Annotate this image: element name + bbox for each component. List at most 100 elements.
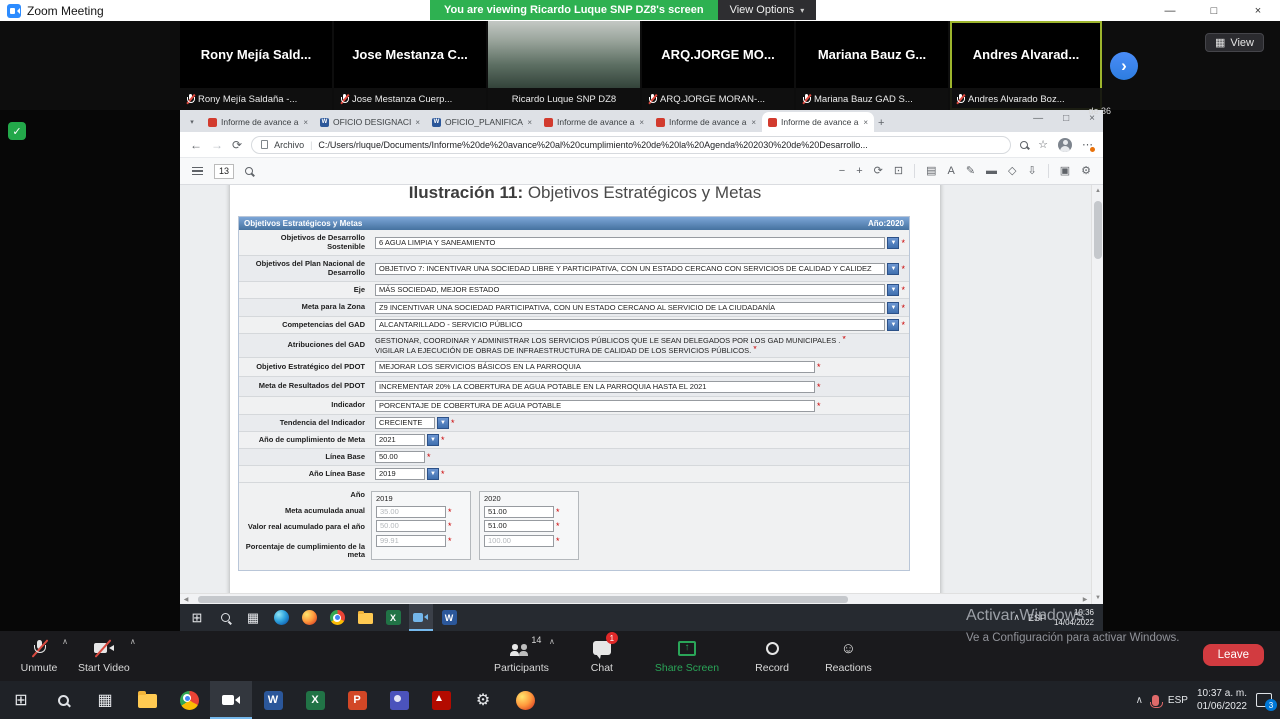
expand-button[interactable]: ▣ bbox=[1060, 166, 1070, 177]
view-button[interactable]: ▦ View bbox=[1205, 33, 1264, 52]
field-input[interactable]: OBJETIVO 7: INCENTIVAR UNA SOCIEDAD LIBR… bbox=[375, 263, 885, 275]
browser-tab[interactable]: Informe de avance al × bbox=[202, 112, 314, 132]
video-options-caret[interactable]: ∧ bbox=[130, 637, 136, 646]
field-input[interactable]: MEJORAR LOS SERVICIOS BÁSICOS EN LA PARR… bbox=[375, 361, 815, 373]
scroll-right-button[interactable]: ▶ bbox=[1079, 594, 1091, 604]
search-icon[interactable] bbox=[245, 167, 253, 175]
field-input[interactable]: CRECIENTE bbox=[375, 417, 435, 429]
edge-icon[interactable] bbox=[269, 604, 293, 631]
participant-tile[interactable]: Jose Mestanza C... Jose Mestanza Cuerp..… bbox=[334, 21, 486, 110]
firefox-icon[interactable] bbox=[504, 681, 546, 719]
field-input[interactable]: 2021 bbox=[375, 434, 425, 446]
fit-page-button[interactable]: ⊡ bbox=[894, 166, 903, 177]
browser-tab[interactable]: W OFICIO DESIGNACIÓN × bbox=[314, 112, 426, 132]
teams-icon[interactable] bbox=[378, 681, 420, 719]
scroll-left-button[interactable]: ◀ bbox=[180, 594, 192, 604]
zoom-search-icon[interactable] bbox=[1020, 141, 1028, 149]
vertical-scrollbar[interactable]: ▲ ▼ bbox=[1091, 185, 1103, 604]
excel-icon[interactable]: X bbox=[294, 681, 336, 719]
browser-minimize-button[interactable]: — bbox=[1033, 113, 1043, 124]
dropdown-button[interactable]: ▼ bbox=[887, 319, 899, 331]
reactions-button[interactable]: ☺ Reactions bbox=[817, 631, 880, 681]
page-number-input[interactable]: 13 bbox=[214, 164, 234, 179]
profile-avatar[interactable] bbox=[1058, 138, 1072, 152]
file-explorer-icon[interactable] bbox=[353, 604, 377, 631]
language-indicator[interactable]: ESP bbox=[1028, 613, 1046, 623]
language-indicator[interactable]: ESP bbox=[1168, 695, 1188, 706]
tab-close-button[interactable]: × bbox=[415, 118, 420, 127]
browser-maximize-button[interactable]: □ bbox=[1063, 113, 1069, 124]
start-video-button[interactable]: ∧ Start Video bbox=[70, 631, 138, 681]
reload-button[interactable]: ⟳ bbox=[232, 138, 242, 152]
participants-button[interactable]: ∧ 14 Participants bbox=[486, 631, 557, 681]
share-screen-button[interactable]: ↑ Share Screen bbox=[647, 631, 727, 681]
address-bar[interactable]: Archivo | C:/Users/rluque/Documents/Info… bbox=[251, 136, 1011, 154]
participant-tile[interactable]: Mariana Bauz G... Mariana Bauz GAD S... bbox=[796, 21, 948, 110]
valor-real-input[interactable]: 50.00 bbox=[376, 520, 446, 532]
participant-tile[interactable]: Rony Mejía Sald... Rony Mejía Saldaña -.… bbox=[180, 21, 332, 110]
unmute-button[interactable]: ∧ Unmute bbox=[8, 631, 70, 681]
tab-close-button[interactable]: × bbox=[527, 118, 532, 127]
dropdown-button[interactable]: ▼ bbox=[427, 468, 439, 480]
tray-clock[interactable]: 10:37 a. m. 01/06/2022 bbox=[1197, 687, 1247, 713]
view-options-button[interactable]: View Options ▾ bbox=[718, 0, 817, 20]
powerpoint-icon[interactable]: P bbox=[336, 681, 378, 719]
save-button[interactable]: ⇩ bbox=[1028, 166, 1037, 177]
minimize-button[interactable]: — bbox=[1148, 0, 1192, 21]
notification-center-icon[interactable]: 3 bbox=[1256, 693, 1272, 707]
mic-options-caret[interactable]: ∧ bbox=[62, 637, 68, 646]
search-button[interactable] bbox=[213, 604, 237, 631]
favorites-star-icon[interactable]: ☆ bbox=[1038, 138, 1048, 151]
field-input[interactable]: INCREMENTAR 20% LA COBERTURA DE AGUA POT… bbox=[375, 381, 815, 393]
participant-tile-active-speaker[interactable]: Andres Alvarad... Andres Alvarado Boz... bbox=[950, 21, 1102, 110]
scroll-thumb[interactable] bbox=[198, 596, 848, 603]
participant-tile-presenter[interactable]: Ricardo Luque SNP DZ8 bbox=[488, 21, 640, 110]
table-of-contents-icon[interactable] bbox=[192, 167, 203, 176]
horizontal-scrollbar[interactable]: ◀ ▶ bbox=[180, 593, 1091, 604]
back-button[interactable]: ← bbox=[190, 138, 202, 152]
dropdown-button[interactable]: ▼ bbox=[887, 263, 899, 275]
chrome-icon[interactable] bbox=[325, 604, 349, 631]
zoom-out-button[interactable]: − bbox=[839, 166, 845, 177]
meta-acumulada-input[interactable]: 51.00 bbox=[484, 506, 554, 518]
word-icon[interactable]: W bbox=[437, 604, 461, 631]
search-button[interactable] bbox=[42, 681, 84, 719]
excel-icon[interactable]: X bbox=[381, 604, 405, 631]
scroll-thumb[interactable] bbox=[1094, 201, 1102, 259]
meta-acumulada-input[interactable]: 35.00 bbox=[376, 506, 446, 518]
file-explorer-icon[interactable] bbox=[126, 681, 168, 719]
dropdown-button[interactable]: ▼ bbox=[887, 284, 899, 296]
tray-clock[interactable]: 10:36 14/04/2022 bbox=[1054, 608, 1094, 628]
dropdown-button[interactable]: ▼ bbox=[887, 237, 899, 249]
maximize-button[interactable]: □ bbox=[1192, 0, 1236, 21]
browser-tab[interactable]: Informe de avance al × bbox=[650, 112, 762, 132]
read-aloud-button[interactable]: A bbox=[947, 166, 954, 177]
field-input[interactable]: 6 AGUA LIMPIA Y SANEAMIENTO bbox=[375, 237, 885, 249]
erase-button[interactable]: ◇ bbox=[1008, 166, 1016, 177]
tab-close-button[interactable]: × bbox=[303, 118, 308, 127]
participant-tile[interactable]: ARQ.JORGE MO... ARQ.JORGE MORAN-... bbox=[642, 21, 794, 110]
porcentaje-input[interactable]: 100.00 bbox=[484, 535, 554, 547]
field-input[interactable]: Z9 INCENTIVAR UNA SOCIEDAD PARTICIPATIVA… bbox=[375, 302, 885, 314]
scroll-down-button[interactable]: ▼ bbox=[1092, 592, 1103, 604]
participants-caret[interactable]: ∧ bbox=[549, 637, 555, 646]
dropdown-button[interactable]: ▼ bbox=[887, 302, 899, 314]
field-input[interactable]: MÁS SOCIEDAD, MEJOR ESTADO bbox=[375, 284, 885, 296]
draw-button[interactable]: ✎ bbox=[966, 166, 975, 177]
page-view-button[interactable]: ▤ bbox=[926, 166, 936, 177]
tray-chevron-icon[interactable]: ∧ bbox=[1013, 612, 1020, 623]
acrobat-icon[interactable] bbox=[420, 681, 462, 719]
tray-chevron-icon[interactable]: ∧ bbox=[1136, 695, 1143, 706]
scroll-up-button[interactable]: ▲ bbox=[1092, 185, 1103, 197]
tab-close-button[interactable]: × bbox=[863, 118, 868, 127]
field-input[interactable]: 50.00 bbox=[375, 451, 425, 463]
forward-button[interactable]: → bbox=[211, 138, 223, 152]
tab-actions-button[interactable]: ▾ bbox=[184, 114, 200, 130]
new-tab-button[interactable]: + bbox=[878, 117, 894, 129]
security-shield-icon[interactable]: ✓ bbox=[8, 122, 26, 140]
firefox-icon[interactable] bbox=[297, 604, 321, 631]
field-input[interactable]: 2019 bbox=[375, 468, 425, 480]
browser-tab[interactable]: Informe de avance al × bbox=[538, 112, 650, 132]
tray-mic-icon[interactable] bbox=[1152, 695, 1159, 706]
word-icon[interactable]: W bbox=[252, 681, 294, 719]
